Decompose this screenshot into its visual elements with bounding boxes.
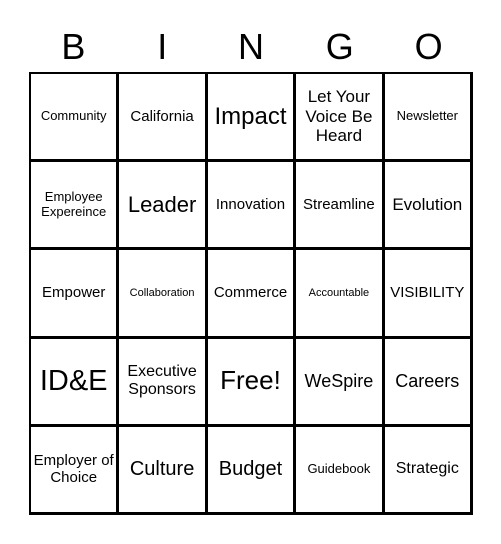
- bingo-cell[interactable]: Strategic: [384, 426, 473, 515]
- bingo-cell[interactable]: Employee Expereince: [31, 162, 120, 251]
- bingo-cell[interactable]: Budget: [207, 426, 297, 515]
- bingo-cell[interactable]: Executive Sponsors: [119, 338, 208, 427]
- header-letter-o: O: [414, 26, 443, 67]
- bingo-cell[interactable]: Commerce: [207, 250, 297, 339]
- header-letter-b: B: [61, 26, 86, 67]
- bingo-cell[interactable]: WeSpire: [296, 338, 385, 427]
- header-letter-i: I: [157, 26, 168, 67]
- bingo-cell[interactable]: Newsletter: [384, 74, 473, 163]
- bingo-cell[interactable]: Careers: [384, 338, 473, 427]
- bingo-cell[interactable]: Streamline: [296, 162, 385, 251]
- bingo-cell[interactable]: Leader: [119, 162, 208, 251]
- bingo-cell[interactable]: ID&E: [31, 338, 120, 427]
- bingo-cell[interactable]: Community: [31, 74, 120, 163]
- bingo-cell[interactable]: California: [119, 74, 208, 163]
- bingo-board: Community California Impact Let Your Voi…: [29, 72, 473, 515]
- free-space-cell[interactable]: Free!: [207, 338, 297, 427]
- bingo-cell[interactable]: Innovation: [207, 162, 297, 251]
- bingo-cell[interactable]: Evolution: [384, 162, 473, 251]
- bingo-cell[interactable]: Impact: [207, 74, 297, 163]
- bingo-cell[interactable]: Accountable: [296, 250, 385, 339]
- bingo-cell[interactable]: Let Your Voice Be Heard: [296, 74, 385, 163]
- bingo-cell[interactable]: VISIBILITY: [384, 250, 473, 339]
- bingo-cell[interactable]: Employer of Choice: [31, 426, 120, 515]
- bingo-header: B I N G O: [29, 22, 473, 72]
- header-letter-n: N: [237, 26, 264, 67]
- bingo-cell[interactable]: Collaboration: [119, 250, 208, 339]
- header-letter-g: G: [325, 26, 354, 67]
- bingo-cell[interactable]: Culture: [119, 426, 208, 515]
- bingo-cell[interactable]: Guidebook: [296, 426, 385, 515]
- bingo-cell[interactable]: Empower: [31, 250, 120, 339]
